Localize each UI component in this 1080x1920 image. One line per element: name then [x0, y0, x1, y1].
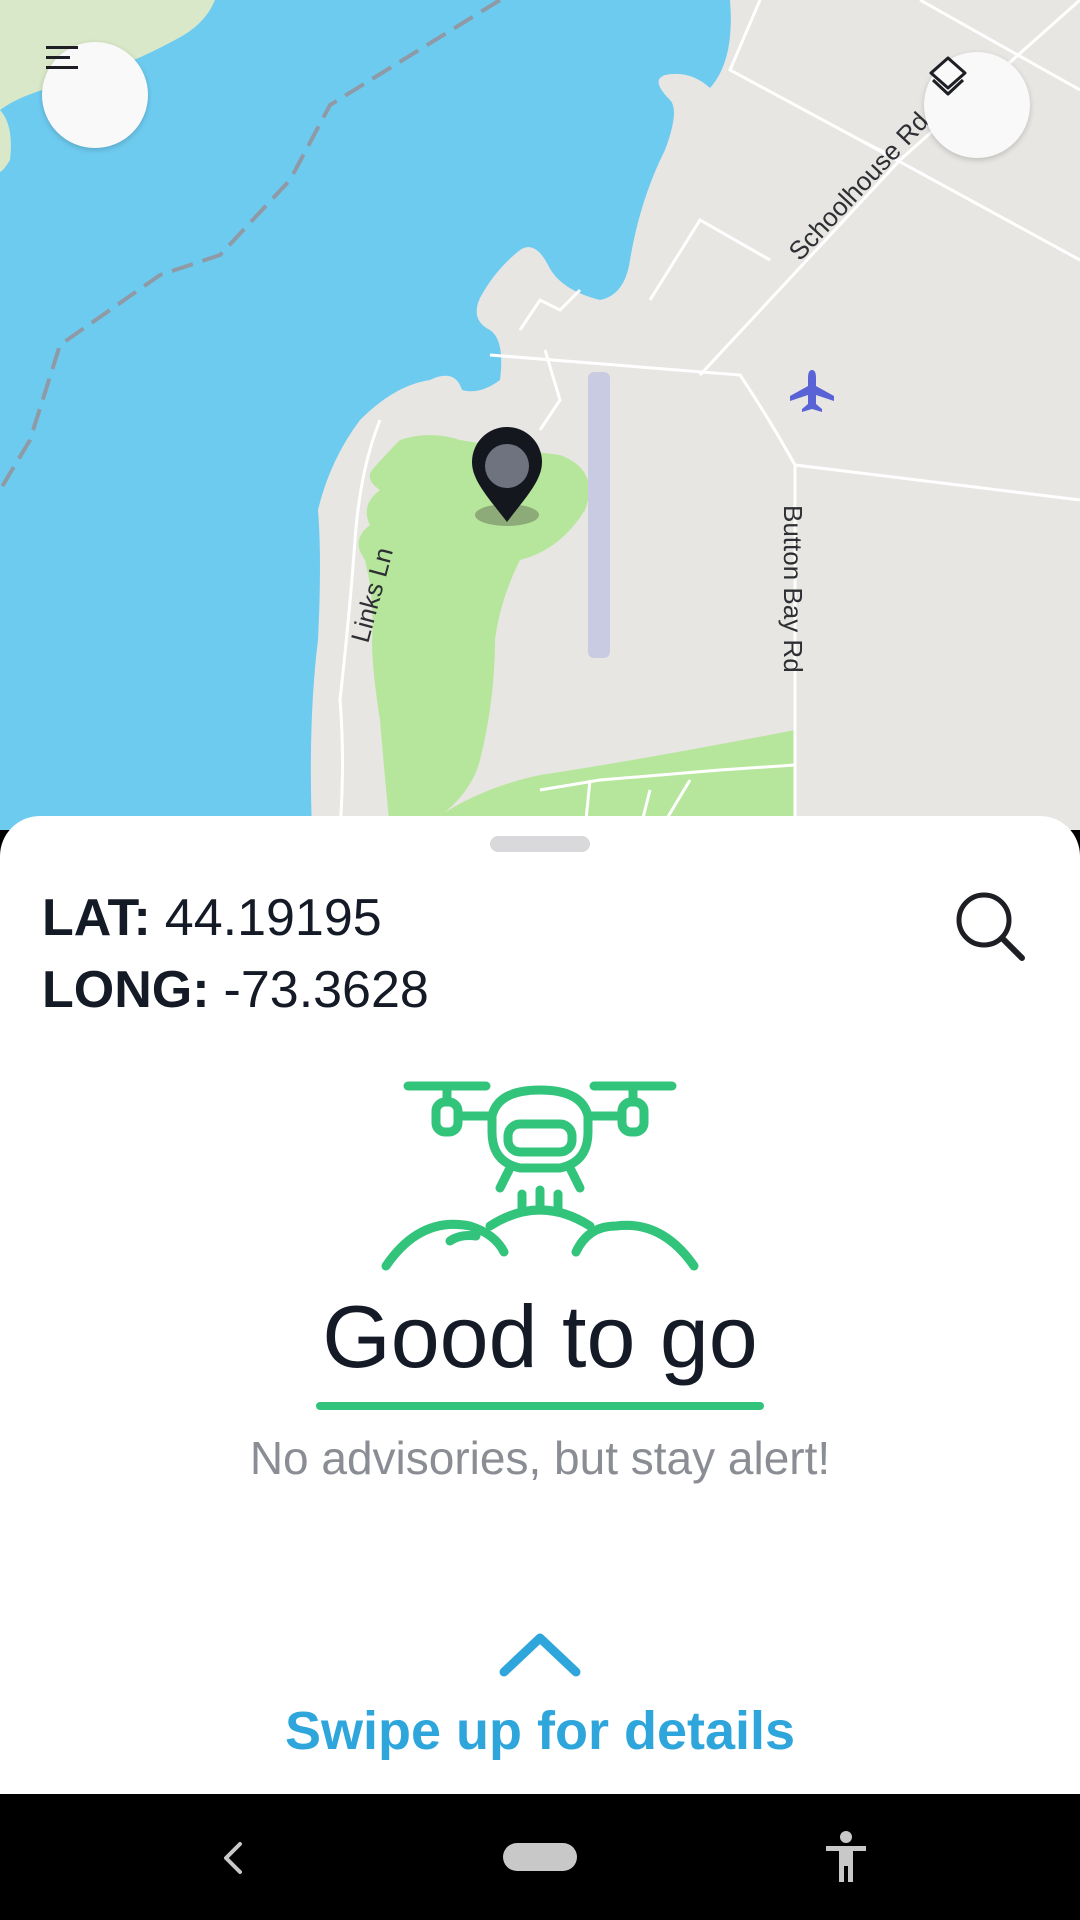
map-canvas[interactable]: Schoolhouse Rd Button Bay Rd Links Ln — [0, 0, 1080, 830]
search-icon — [956, 892, 1025, 961]
longitude-row: LONG: -73.3628 — [42, 954, 429, 1026]
accessibility-icon[interactable] — [822, 1830, 870, 1886]
latitude-row: LAT: 44.19195 — [42, 882, 429, 954]
system-nav-bar — [0, 1794, 1080, 1920]
coordinates: LAT: 44.19195 LONG: -73.3628 — [42, 882, 429, 1026]
runway — [588, 372, 610, 658]
latitude-value: 44.19195 — [164, 889, 382, 947]
back-icon[interactable] — [218, 1834, 248, 1882]
drone-icon — [381, 1081, 699, 1271]
menu-icon — [46, 46, 78, 69]
longitude-label: LONG: — [42, 961, 210, 1019]
road-label-button-bay: Button Bay Rd — [778, 505, 808, 673]
swipe-up-label[interactable]: Swipe up for details — [0, 1696, 1080, 1766]
home-pill-icon[interactable] — [503, 1843, 577, 1871]
status-underline — [316, 1402, 764, 1410]
longitude-value: -73.3628 — [223, 961, 429, 1019]
chevron-up-icon[interactable] — [496, 1628, 584, 1680]
search-button[interactable] — [950, 886, 1030, 966]
sheet-drag-handle[interactable] — [490, 836, 590, 852]
menu-button[interactable] — [42, 42, 148, 148]
latitude-label: LAT: — [42, 889, 151, 947]
status-title: Good to go — [322, 1287, 758, 1386]
status-subtitle: No advisories, but stay alert! — [249, 1432, 831, 1484]
location-pin-icon[interactable] — [472, 427, 542, 526]
map-view[interactable]: Schoolhouse Rd Button Bay Rd Links Ln — [0, 0, 1080, 830]
details-sheet[interactable]: LAT: 44.19195 LONG: -73.3628 Good to go … — [0, 816, 1080, 1794]
layers-icon — [929, 56, 967, 96]
layers-button[interactable] — [924, 52, 1030, 158]
